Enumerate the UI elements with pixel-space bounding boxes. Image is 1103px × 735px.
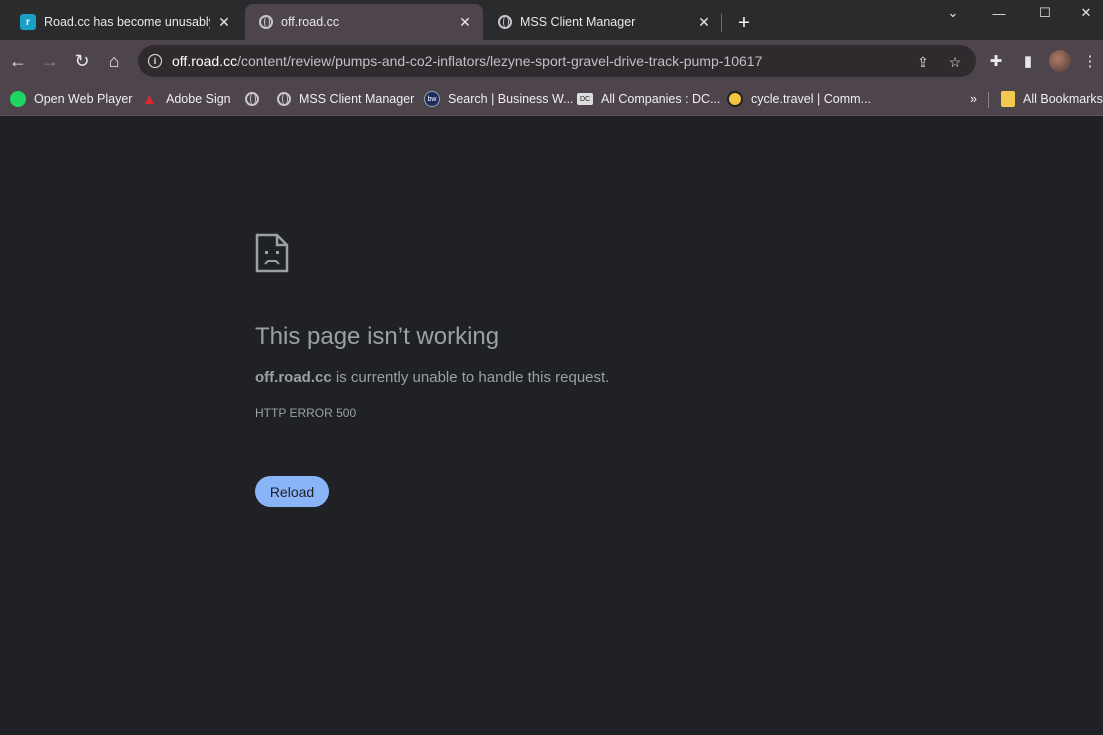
globe-icon [259, 15, 273, 29]
cycletravel-icon [727, 91, 743, 107]
url-text[interactable]: off.road.cc/content/review/pumps-and-co2… [172, 53, 762, 69]
tab-title: off.road.cc [281, 15, 340, 29]
home-icon[interactable]: ⌂ [100, 48, 128, 74]
address-bar[interactable]: i off.road.cc/content/review/pumps-and-c… [138, 45, 976, 77]
error-message: off.road.cc is currently unable to handl… [255, 369, 609, 386]
divider [988, 92, 989, 108]
close-icon[interactable]: ✕ [457, 14, 473, 30]
bookmark-label: All Bookmarks [1023, 92, 1103, 106]
toolbar: ← → ↻ ⌂ i off.road.cc/content/review/pum… [0, 40, 1103, 82]
bookmark-adobe-sign[interactable]: ▲ Adobe Sign [142, 89, 231, 109]
bookmarks-overflow-button[interactable]: » [970, 89, 977, 109]
close-window-button[interactable]: ✕ [1063, 0, 1103, 26]
site-info-icon[interactable]: i [148, 54, 162, 68]
tab-mss-client-manager[interactable]: MSS Client Manager ✕ [484, 4, 722, 40]
error-page: This page isn’t working off.road.cc is c… [0, 116, 1103, 735]
bookmark-label: MSS Client Manager [299, 92, 415, 106]
close-icon[interactable]: ✕ [696, 14, 712, 30]
error-message-text: is currently unable to handle this reque… [331, 369, 610, 386]
dc-icon: DC [577, 93, 593, 105]
tab-offroadcc[interactable]: off.road.cc ✕ [245, 4, 483, 40]
sad-page-icon [255, 233, 289, 273]
bookmark-label: Search | Business W... [448, 92, 574, 106]
avatar [1049, 50, 1071, 72]
extensions-icon[interactable]: ✚ [985, 50, 1007, 72]
bookmark-all-companies[interactable]: DC All Companies : DC... [577, 89, 720, 109]
bookmark-label: Adobe Sign [166, 92, 231, 106]
bookmark-label: Open Web Player [34, 92, 133, 106]
error-title: This page isn’t working [255, 323, 500, 350]
bookmark-mss-client-manager[interactable]: MSS Client Manager [277, 89, 414, 109]
chevron-double-right-icon: » [970, 92, 977, 106]
side-panel-icon[interactable]: ▮ [1017, 50, 1039, 72]
share-icon[interactable]: ⇪ [914, 53, 932, 71]
error-host: off.road.cc [255, 369, 332, 386]
roadcc-favicon-icon: r [20, 14, 36, 30]
bookmark-label: cycle.travel | Comm... [751, 92, 871, 106]
url-host: off.road.cc [172, 53, 238, 69]
tab-search-chevron-icon[interactable]: ⌄ [930, 0, 976, 26]
forward-button[interactable]: → [36, 48, 64, 74]
tab-title: MSS Client Manager [520, 15, 636, 29]
tab-roadcc[interactable]: r Road.cc has become unusably slow ✕ [6, 4, 242, 40]
bookmarks-bar: Open Web Player ▲ Adobe Sign MSS Client … [0, 82, 1103, 116]
adobe-icon: ▲ [142, 90, 157, 108]
maximize-button[interactable]: ☐ [1022, 0, 1068, 26]
globe-icon [245, 92, 259, 106]
businesswire-icon: bw [424, 91, 440, 107]
globe-icon [277, 92, 291, 106]
tab-title: Road.cc has become unusably slow [44, 15, 210, 29]
bookmark-label: All Companies : DC... [601, 92, 721, 106]
url-path: /content/review/pumps-and-co2-inflators/… [237, 53, 763, 69]
spotify-icon [10, 91, 26, 107]
minimize-button[interactable]: — [976, 0, 1022, 26]
all-bookmarks-folder[interactable]: All Bookmarks [1001, 89, 1103, 109]
bookmark-business-wire[interactable]: bw Search | Business W... [424, 89, 574, 109]
close-icon[interactable]: ✕ [216, 14, 232, 30]
bookmark-open-web-player[interactable]: Open Web Player [10, 89, 132, 109]
bookmark-globe[interactable] [245, 89, 259, 109]
star-icon[interactable]: ☆ [946, 53, 964, 71]
reload-icon[interactable]: ↻ [68, 48, 96, 74]
browser-chrome: r Road.cc has become unusably slow ✕ off… [0, 0, 1103, 116]
menu-kebab-icon[interactable]: ⋮ [1079, 50, 1101, 72]
profile-avatar[interactable] [1049, 50, 1071, 72]
globe-icon [498, 15, 512, 29]
error-code: HTTP ERROR 500 [255, 406, 357, 420]
tab-strip: r Road.cc has become unusably slow ✕ off… [0, 0, 1103, 40]
tab-separator [721, 14, 722, 32]
reload-button[interactable]: Reload [255, 476, 329, 507]
folder-icon [1001, 91, 1015, 107]
bookmark-cycle-travel[interactable]: cycle.travel | Comm... [727, 89, 871, 109]
new-tab-button[interactable]: + [730, 10, 758, 36]
back-button[interactable]: ← [4, 48, 32, 74]
